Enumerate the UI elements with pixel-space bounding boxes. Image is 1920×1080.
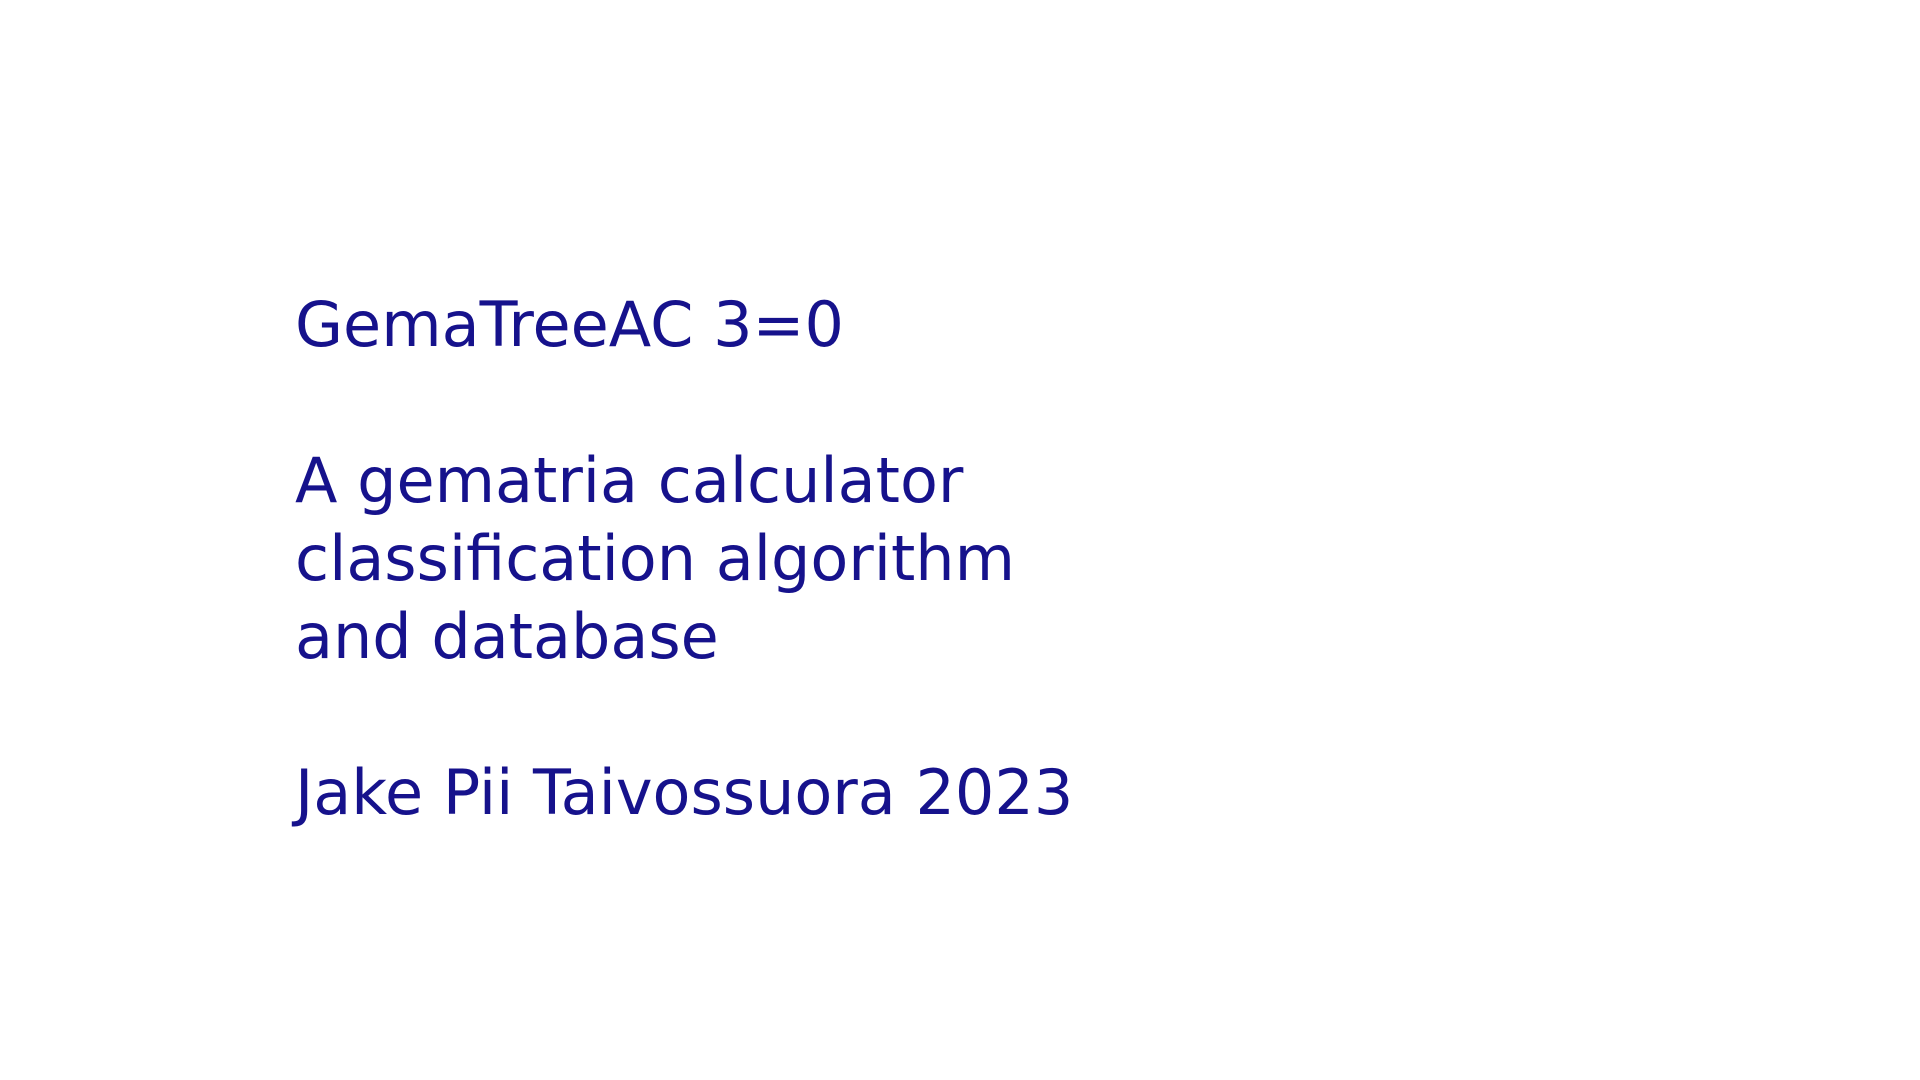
slide-title: GemaTreeAC 3=0 — [295, 288, 844, 361]
author-line: Jake Pii Taivossuora 2023 — [295, 756, 1074, 829]
description-line-3: and database — [295, 600, 719, 673]
slide-text-block: GemaTreeAC 3=0 A gematria calculator cla… — [295, 286, 1073, 832]
title-slide: GemaTreeAC 3=0 A gematria calculator cla… — [0, 0, 1920, 1080]
description-line-1: A gematria calculator — [295, 444, 964, 517]
description-line-2: classification algorithm — [295, 522, 1015, 595]
